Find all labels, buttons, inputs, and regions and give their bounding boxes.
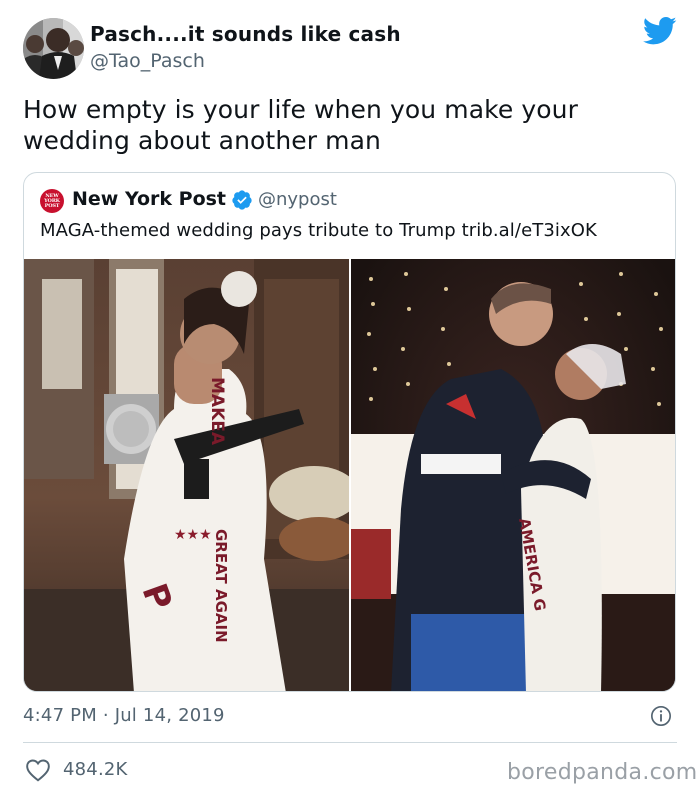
nypost-avatar[interactable]: NEW YORK POST [40, 189, 64, 213]
verified-badge-icon [232, 190, 252, 210]
info-icon[interactable] [650, 705, 672, 727]
heart-icon[interactable] [25, 758, 51, 782]
tweet-timestamp[interactable]: 4:47 PM · Jul 14, 2019 [23, 705, 225, 726]
quoted-author-handle[interactable]: @nypost [258, 189, 337, 210]
quoted-author-name[interactable]: New York Post [72, 188, 226, 210]
divider [23, 742, 677, 743]
dress-stars: ★★★ [174, 527, 212, 543]
author-handle[interactable]: @Tao_Pasch [90, 50, 205, 72]
like-count[interactable]: 484.2K [63, 759, 128, 780]
dress-text-top: MAKEA [207, 377, 227, 446]
avatar[interactable] [23, 18, 84, 79]
wedding-photo-dance[interactable]: AMERICA G [351, 259, 676, 692]
quoted-tweet-text[interactable]: MAGA-themed wedding pays tribute to Trum… [40, 220, 597, 241]
tweet-card: Pasch....it sounds like cash @Tao_Pasch … [0, 0, 700, 797]
nypost-logo-text: NEW YORK POST [44, 192, 60, 209]
tweet-text: How empty is your life when you make you… [23, 95, 578, 155]
watermark: boredpanda.com [507, 760, 698, 785]
quoted-tweet[interactable]: NEW YORK POST New York Post @nypost MAGA-t… [23, 172, 676, 692]
author-display-name[interactable]: Pasch....it sounds like cash [90, 22, 401, 46]
twitter-bird-icon [643, 16, 677, 45]
wedding-photo-bride[interactable]: MAKEA GREAT AGAIN P ★★★ [24, 259, 349, 692]
dress-text-bottom: GREAT AGAIN [212, 529, 230, 643]
